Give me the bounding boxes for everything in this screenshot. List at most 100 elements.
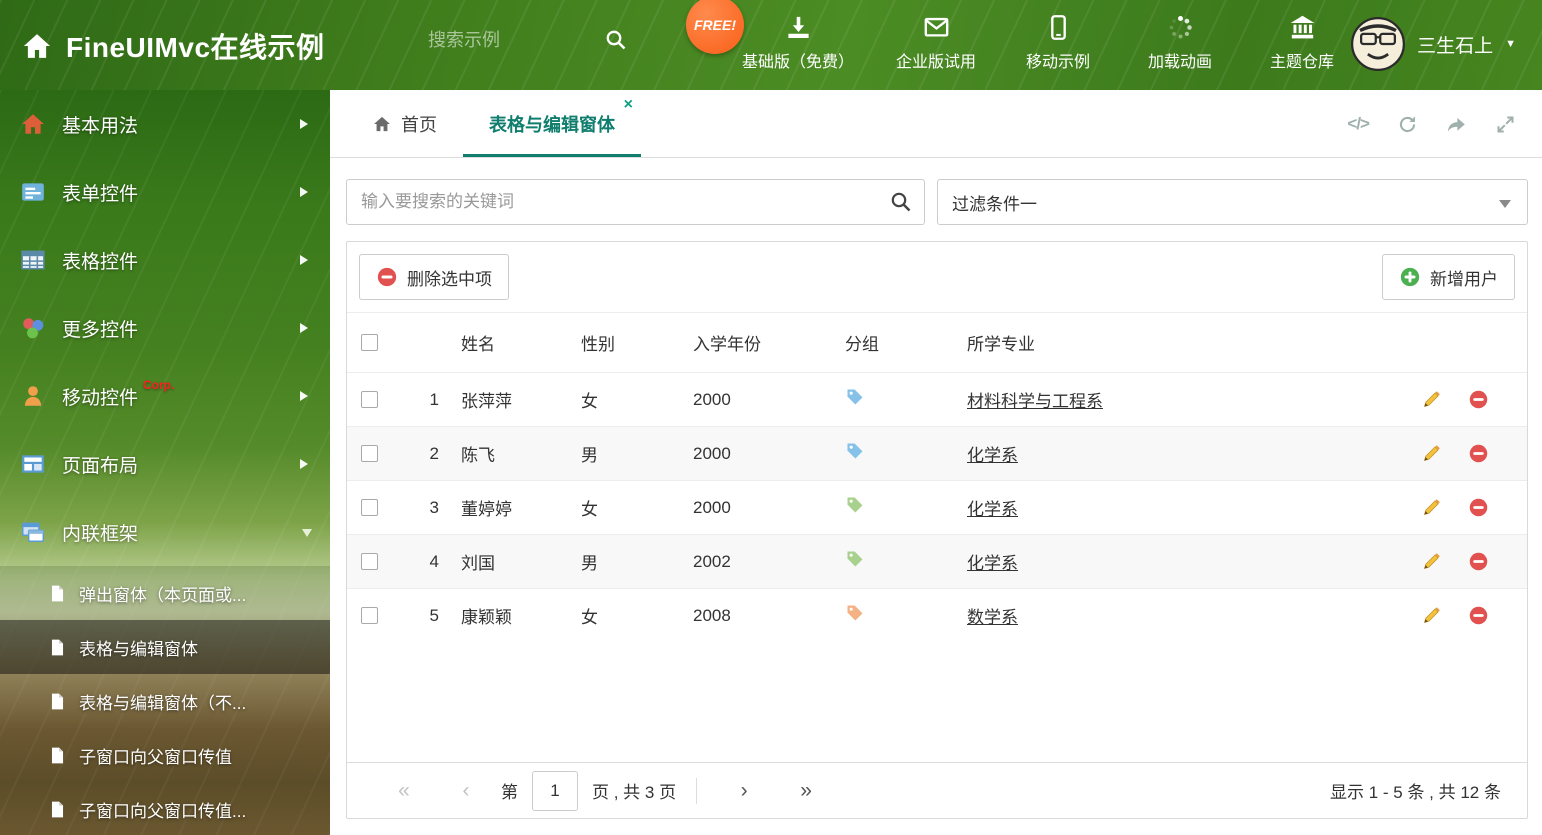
sidebar-item-more-controls[interactable]: 更多控件 [0, 294, 330, 362]
delete-button[interactable] [1468, 605, 1489, 626]
search-icon[interactable] [604, 28, 628, 52]
record-summary: 显示 1 - 5 条 , 共 12 条 [1330, 783, 1501, 802]
user-name: 三生石上 [1417, 35, 1494, 57]
row-checkbox[interactable] [361, 391, 378, 408]
major-link[interactable]: 化学系 [967, 500, 1018, 519]
table-icon [20, 247, 46, 273]
fullscreen-icon[interactable] [1495, 114, 1516, 135]
refresh-icon[interactable] [1397, 114, 1418, 135]
edit-button[interactable] [1421, 497, 1442, 518]
major-link[interactable]: 化学系 [967, 446, 1018, 465]
sidebar-subitem-child-to-parent[interactable]: 子窗口向父窗口传值 [0, 728, 330, 782]
keyword-search-input[interactable] [346, 179, 925, 225]
caret-down-icon [1499, 200, 1511, 208]
caret-down-icon: ▼ [1505, 38, 1516, 50]
delete-button[interactable] [1468, 497, 1489, 518]
chevron-right-icon [300, 119, 308, 129]
major-link[interactable]: 材料科学与工程系 [967, 392, 1103, 411]
sidebar-item-basic-usage[interactable]: 基本用法 [0, 90, 330, 158]
sidebar-item-label: 更多控件 [62, 319, 139, 341]
nav-loading-animations[interactable]: 加载动画 [1140, 14, 1220, 72]
sidebar-item-label: 页面布局 [62, 455, 139, 477]
table-row: 2 陈飞 男 2000 化学系 [347, 426, 1527, 481]
row-checkbox[interactable] [361, 499, 378, 516]
major-link[interactable]: 数学系 [967, 608, 1018, 627]
brand[interactable]: FineUIMvc在线示例 [22, 26, 325, 66]
table-row: 1 张萍萍 女 2000 材料科学与工程系 [347, 372, 1527, 427]
tab-home[interactable]: 首页 [346, 90, 463, 157]
form-icon [20, 179, 46, 205]
row-checkbox[interactable] [361, 553, 378, 570]
row-checkbox[interactable] [361, 445, 378, 462]
delete-button[interactable] [1468, 443, 1489, 464]
nav-basic-edition[interactable]: 基础版（免费） [742, 14, 854, 72]
mail-icon [923, 14, 950, 41]
search-icon[interactable] [889, 190, 913, 214]
nav-label: 基础版（免费） [742, 54, 855, 71]
layout-icon [20, 451, 46, 477]
cell-gender: 男 [573, 534, 685, 589]
header-nav: 基础版（免费） 企业版试用 移动示例 加载动画 主题仓库 [742, 14, 1342, 72]
file-icon [48, 584, 67, 603]
edit-button[interactable] [1421, 389, 1442, 410]
data-table: 姓名 性别 入学年份 分组 所学专业 1 张萍萍 女 2000 材料科学与工程系 [347, 313, 1527, 642]
nav-theme-store[interactable]: 主题仓库 [1262, 14, 1342, 72]
sidebar-item-grid-controls[interactable]: 表格控件 [0, 226, 330, 294]
sidebar-item-page-layout[interactable]: 页面布局 [0, 430, 330, 498]
sidebar-item-label: 移动控件 [62, 387, 139, 409]
sidebar-item-mobile-controls[interactable]: 移动控件 Corp. [0, 362, 330, 430]
nav-label: 加载动画 [1148, 54, 1213, 71]
next-page-button[interactable]: › [713, 779, 775, 803]
delete-selected-button[interactable]: 删除选中项 [359, 254, 509, 300]
cell-name: 董婷婷 [453, 480, 573, 535]
share-icon[interactable] [1446, 114, 1467, 135]
tag-icon [845, 441, 865, 461]
nav-label: 主题仓库 [1270, 54, 1335, 71]
table-row: 5 康颖颖 女 2008 数学系 [347, 588, 1527, 642]
header-search[interactable] [428, 28, 628, 52]
prev-page-button[interactable]: ‹ [435, 779, 497, 803]
page-count-label: 页 , 共 3 页 [592, 783, 677, 802]
chevron-right-icon [300, 187, 308, 197]
user-menu[interactable]: 三生石上 ▼ [1351, 17, 1516, 71]
delete-button[interactable] [1468, 389, 1489, 410]
major-link[interactable]: 化学系 [967, 554, 1018, 573]
row-checkbox[interactable] [361, 607, 378, 624]
page-prefix: 第 [501, 783, 518, 802]
home-icon [20, 111, 46, 137]
page-number-input[interactable] [532, 770, 578, 811]
table-header-row: 姓名 性别 入学年份 分组 所学专业 [347, 313, 1527, 373]
header-search-input[interactable] [428, 29, 578, 51]
last-page-button[interactable]: » [775, 779, 837, 803]
sidebar-subitem-label: 表格与编辑窗体 [79, 639, 198, 659]
select-all-checkbox[interactable] [361, 334, 378, 351]
edit-button[interactable] [1421, 605, 1442, 626]
cell-gender: 男 [573, 426, 685, 481]
col-major: 所学专业 [967, 335, 1035, 354]
source-code-icon[interactable]: </> [1347, 114, 1370, 134]
tab-bar: 首页 表格与编辑窗体 × </> [330, 90, 1542, 158]
grid-panel: 删除选中项 新增用户 姓名 性别 入学年份 分组 所学专业 1 张萍萍 女 20… [346, 241, 1528, 819]
filter-dropdown[interactable]: 过滤条件一 [937, 179, 1528, 225]
table-row: 4 刘国 男 2002 化学系 [347, 534, 1527, 589]
sidebar-subitem-child-to-parent-2[interactable]: 子窗口向父窗口传值... [0, 782, 330, 835]
nav-mobile-demo[interactable]: 移动示例 [1018, 14, 1098, 72]
sidebar-item-inline-frame[interactable]: 内联框架 [0, 498, 330, 566]
sidebar-subitem-grid-edit-window-no[interactable]: 表格与编辑窗体（不... [0, 674, 330, 728]
chevron-down-icon [302, 529, 312, 537]
tag-icon [845, 387, 865, 407]
sidebar-subitem-grid-edit-window[interactable]: 表格与编辑窗体 [0, 620, 330, 674]
add-user-button[interactable]: 新增用户 [1382, 254, 1515, 300]
plus-circle-icon [1399, 266, 1421, 288]
tab-grid-edit-window[interactable]: 表格与编辑窗体 × [463, 90, 641, 157]
first-page-button[interactable]: « [373, 779, 435, 803]
nav-enterprise-trial[interactable]: 企业版试用 [896, 14, 976, 72]
delete-button[interactable] [1468, 551, 1489, 572]
close-icon[interactable]: × [624, 97, 633, 113]
sidebar-subitem-popup-window[interactable]: 弹出窗体（本页面或... [0, 566, 330, 620]
edit-button[interactable] [1421, 443, 1442, 464]
cell-name: 康颖颖 [453, 588, 573, 642]
edit-button[interactable] [1421, 551, 1442, 572]
sidebar-item-form-controls[interactable]: 表单控件 [0, 158, 330, 226]
divider [696, 777, 698, 804]
